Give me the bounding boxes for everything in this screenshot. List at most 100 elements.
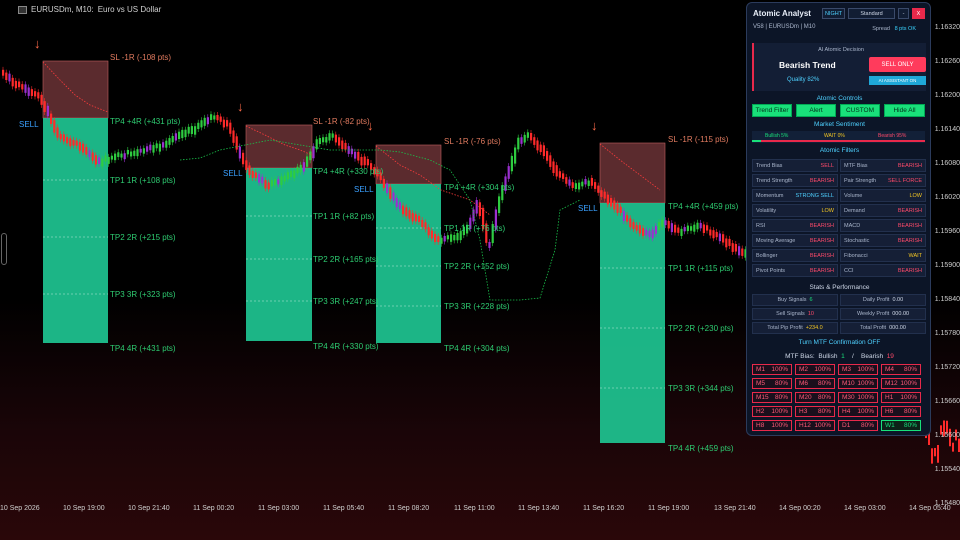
tp3-label: TP3 3R (+247 pts)	[313, 297, 379, 306]
price-tick: 1.16080	[934, 160, 960, 167]
mtf-cell[interactable]: W1 80%	[881, 420, 921, 431]
hide-all-button[interactable]: Hide All	[884, 104, 925, 117]
filter-cell: Volatility LOW	[752, 204, 838, 217]
atomic-analyst-panel: Atomic Analyst NIGHT Standard - X V58 | …	[746, 2, 931, 436]
filter-cell: Volume LOW	[840, 189, 926, 202]
mtf-cell[interactable]: D1 80%	[838, 420, 878, 431]
filter-cell: Demand BEARISH	[840, 204, 926, 217]
mtf-cell[interactable]: M30 100%	[838, 392, 878, 403]
mtf-cell[interactable]: M6 80%	[795, 378, 835, 389]
mtf-percent: 100%	[900, 394, 917, 401]
minimize-button[interactable]: -	[898, 8, 909, 19]
price-tick: 1.15780	[934, 330, 960, 337]
filter-value: BEARISH	[809, 268, 834, 274]
filter-name: Stochastic	[844, 238, 870, 244]
mtf-bearish-count: 19	[886, 353, 894, 360]
mtf-toggle-button[interactable]: Turn MTF Confirmation OFF	[747, 339, 932, 346]
filter-value: BEARISH	[897, 223, 922, 229]
mtf-percent: 100%	[857, 380, 874, 387]
mtf-cell[interactable]: H1 100%	[881, 392, 921, 403]
sl-zone	[375, 144, 442, 185]
spread-info: Spread 8 pts OK	[872, 26, 916, 32]
filter-cell: RSI BEARISH	[752, 219, 838, 232]
stat-value: +234.0	[805, 325, 823, 331]
filter-value: BEARISH	[897, 208, 922, 214]
filter-name: Bollinger	[756, 253, 778, 259]
filters-title: Atomic Filters	[819, 147, 860, 154]
tp-zone	[43, 118, 108, 343]
filter-name: Moving Average	[756, 238, 796, 244]
sl-label: SL -1R (-76 pts)	[444, 137, 501, 146]
ai-assistant-button[interactable]: AI ASSISTANT ON	[869, 76, 926, 85]
mtf-percent: 80%	[903, 422, 917, 429]
close-button[interactable]: X	[912, 8, 925, 19]
custom-button[interactable]: CUSTOM	[840, 104, 880, 117]
stat-cell: Daily Profit 0.00	[840, 294, 926, 306]
mtf-cell[interactable]: M4 80%	[881, 364, 921, 375]
night-mode-button[interactable]: NIGHT	[822, 8, 845, 19]
sell-only-button[interactable]: SELL ONLY	[869, 57, 926, 72]
mtf-cell[interactable]: H4 100%	[838, 406, 878, 417]
quality-label: Quality 82%	[787, 77, 820, 83]
stat-cell: Total Pip Profit +234.0	[752, 322, 838, 334]
tp-zone	[600, 203, 665, 443]
mtf-cell[interactable]: H6 80%	[881, 406, 921, 417]
filter-cell: Trend Bias SELL	[752, 159, 838, 172]
filter-name: Momentum	[756, 193, 784, 199]
price-tick: 1.15720	[934, 364, 960, 371]
trend-filter-button[interactable]: Trend Filter	[752, 104, 792, 117]
tp1-label: TP1 1R (+108 pts)	[110, 176, 176, 185]
mtf-cell[interactable]: M1 100%	[752, 364, 792, 375]
mtf-bullish-label: Bullish	[818, 353, 838, 360]
stat-name: Total Profit	[860, 325, 887, 331]
filter-cell: Fibonacci WAIT	[840, 249, 926, 262]
time-tick: 13 Sep 21:40	[714, 505, 756, 512]
time-tick: 10 Sep 2026	[0, 505, 40, 512]
filter-value: BEARISH	[897, 163, 922, 169]
mtf-timeframe: W1	[885, 422, 895, 429]
mtf-cell[interactable]: H12 100%	[795, 420, 835, 431]
sell-arrow-icon: ↓	[237, 99, 244, 114]
price-tick: 1.15540	[934, 466, 960, 473]
filter-value: LOW	[821, 208, 834, 214]
mtf-cell[interactable]: H8 100%	[752, 420, 792, 431]
mtf-cell[interactable]: M5 80%	[752, 378, 792, 389]
mtf-timeframe: H8	[756, 422, 765, 429]
sl-zone	[245, 124, 313, 169]
mtf-percent: 100%	[857, 408, 874, 415]
time-tick: 10 Sep 19:00	[63, 505, 105, 512]
mtf-cell[interactable]: M3 100%	[838, 364, 878, 375]
ai-decision-box: AI Atomic Decision Bearish Trend Quality…	[752, 43, 926, 91]
trend-label: Bearish Trend	[779, 60, 836, 70]
stat-value: 000.00	[889, 325, 906, 331]
mtf-cell[interactable]: H2 100%	[752, 406, 792, 417]
time-tick: 14 Sep 00:20	[779, 505, 821, 512]
filter-name: MTF Bias	[844, 163, 868, 169]
filter-name: Demand	[844, 208, 865, 214]
mtf-percent: 100%	[900, 380, 917, 387]
spread-label: Spread	[872, 26, 890, 32]
mtf-percent: 80%	[774, 394, 788, 401]
price-tick: 1.15960	[934, 228, 960, 235]
controls-title: Atomic Controls	[816, 95, 863, 102]
mtf-cell[interactable]: M2 100%	[795, 364, 835, 375]
mtf-cell[interactable]: M15 80%	[752, 392, 792, 403]
mtf-cell[interactable]: M12 100%	[881, 378, 921, 389]
filter-cell: Trend Strength BEARISH	[752, 174, 838, 187]
mtf-cell[interactable]: M20 80%	[795, 392, 835, 403]
tp4-label: TP4 4R (+431 pts)	[110, 344, 176, 353]
filter-cell: CCI BEARISH	[840, 264, 926, 277]
filter-cell: Pivot Points BEARISH	[752, 264, 838, 277]
stat-name: Buy Signals	[777, 297, 807, 303]
stat-name: Sell Signals	[776, 311, 805, 317]
mtf-bearish-label: Bearish	[861, 353, 884, 360]
alert-button[interactable]: Alert	[796, 104, 836, 117]
mtf-timeframe: M6	[799, 380, 809, 387]
mtf-cell[interactable]: H3 80%	[795, 406, 835, 417]
mtf-percent: 100%	[857, 394, 874, 401]
mtf-cell[interactable]: M10 100%	[838, 378, 878, 389]
standard-mode-button[interactable]: Standard	[848, 8, 895, 19]
time-tick: 11 Sep 08:20	[388, 505, 430, 512]
mtf-percent: 80%	[903, 408, 917, 415]
filter-cell: Moving Average BEARISH	[752, 234, 838, 247]
